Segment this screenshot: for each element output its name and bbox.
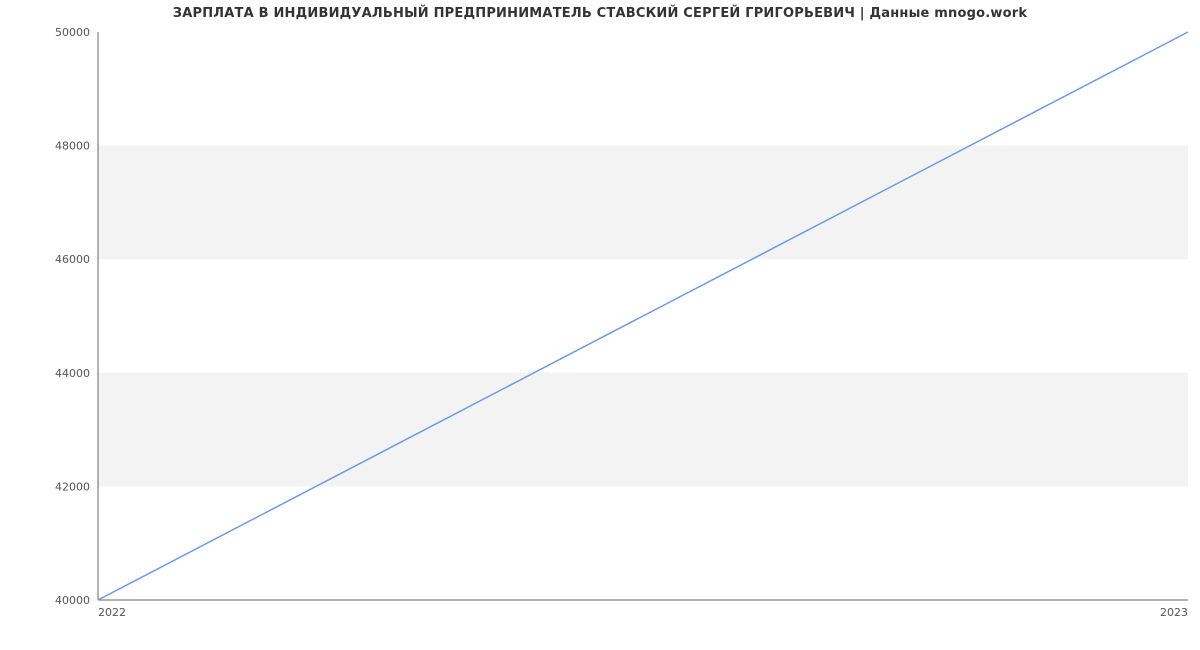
- y-tick-label: 46000: [55, 253, 90, 266]
- x-tick-label: 2022: [98, 606, 126, 619]
- y-tick-label: 48000: [55, 140, 90, 153]
- y-tick-label: 50000: [55, 26, 90, 39]
- grid-band: [98, 373, 1188, 487]
- grid-band: [98, 146, 1188, 260]
- chart-container: ЗАРПЛАТА В ИНДИВИДУАЛЬНЫЙ ПРЕДПРИНИМАТЕЛ…: [0, 0, 1200, 650]
- chart-svg: 40000 42000 44000 46000 48000 50000 2022 2023: [0, 0, 1200, 650]
- y-tick-label: 44000: [55, 367, 90, 380]
- y-tick-label: 40000: [55, 594, 90, 607]
- x-tick-label: 2023: [1160, 606, 1188, 619]
- y-tick-label: 42000: [55, 480, 90, 493]
